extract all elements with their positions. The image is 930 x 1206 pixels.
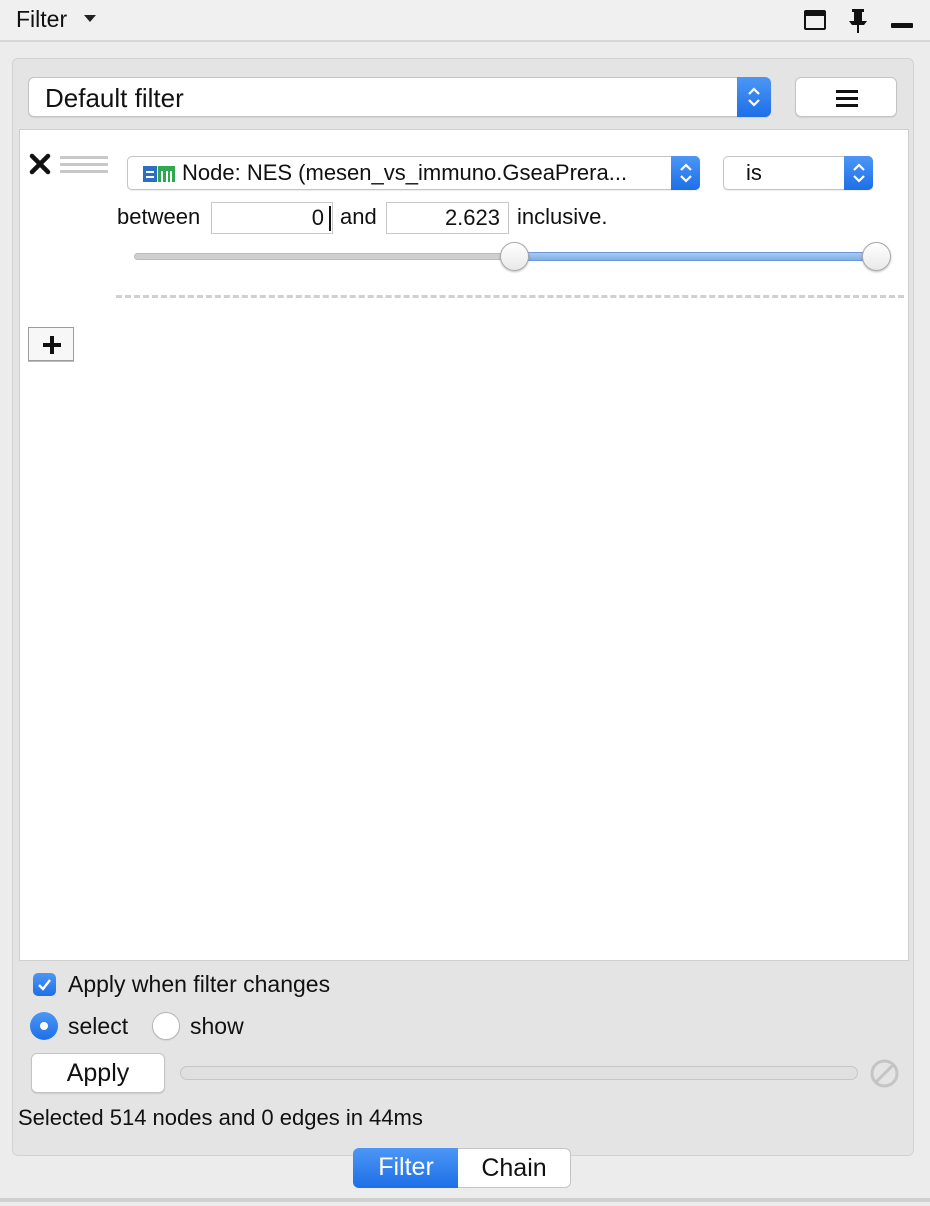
condition-separator <box>116 295 904 298</box>
range-slider-high-thumb[interactable] <box>862 242 891 271</box>
range-slider-selected-range <box>515 252 877 261</box>
filter-name-value: Default filter <box>45 83 184 113</box>
inclusive-label: inclusive. <box>517 204 608 229</box>
plus-icon <box>43 336 61 354</box>
min-value-input[interactable] <box>211 202 333 234</box>
cancel-icon[interactable] <box>869 1058 900 1089</box>
panel-title[interactable]: Filter <box>16 6 67 33</box>
float-window-icon[interactable] <box>804 10 826 30</box>
bottom-border <box>0 1198 930 1202</box>
mode-select-radio[interactable] <box>30 1012 58 1040</box>
operator-select-value: is <box>746 160 762 185</box>
minimize-icon[interactable] <box>891 23 913 28</box>
select-stepper-icon <box>844 156 873 190</box>
max-value-input[interactable] <box>386 202 509 234</box>
hamburger-icon-bar <box>836 104 858 107</box>
status-message: Selected 514 nodes and 0 edges in 44ms <box>18 1105 423 1130</box>
column-select-value: Node: NES (mesen_vs_immuno.GseaPrera... <box>182 160 628 185</box>
select-stepper-icon <box>671 156 700 190</box>
mode-show-radio[interactable] <box>152 1012 180 1040</box>
operator-select[interactable]: is <box>723 156 873 190</box>
hamburger-icon-bar <box>836 97 858 100</box>
filter-name-select[interactable]: Default filter <box>28 77 771 117</box>
pin-icon[interactable] <box>846 8 870 34</box>
add-condition-button[interactable] <box>28 327 74 361</box>
title-dropdown-caret-icon[interactable] <box>84 15 96 22</box>
checkmark-icon <box>38 979 51 991</box>
column-select[interactable]: Node: NES (mesen_vs_immuno.GseaPrera... <box>127 156 700 190</box>
apply-button[interactable]: Apply <box>31 1053 165 1093</box>
node-column-icon <box>143 166 175 182</box>
select-stepper-icon <box>737 77 771 117</box>
between-label: between <box>117 204 201 229</box>
hamburger-icon <box>836 90 858 93</box>
tab-chain[interactable]: Chain <box>458 1148 571 1188</box>
drag-handle-icon[interactable] <box>60 156 108 177</box>
and-label: and <box>340 204 377 229</box>
mode-select-label[interactable]: select <box>68 1013 128 1040</box>
tab-filter[interactable]: Filter <box>353 1148 459 1188</box>
text-cursor <box>329 206 331 231</box>
filter-menu-button[interactable] <box>795 77 897 117</box>
range-slider-low-thumb[interactable] <box>500 242 529 271</box>
apply-on-change-label[interactable]: Apply when filter changes <box>68 971 330 998</box>
apply-on-change-checkbox[interactable] <box>33 973 56 996</box>
panel-title-bar: Filter <box>0 0 930 42</box>
apply-progress-bar <box>180 1066 858 1080</box>
remove-condition-icon[interactable] <box>28 152 52 176</box>
mode-show-label[interactable]: show <box>190 1013 244 1040</box>
